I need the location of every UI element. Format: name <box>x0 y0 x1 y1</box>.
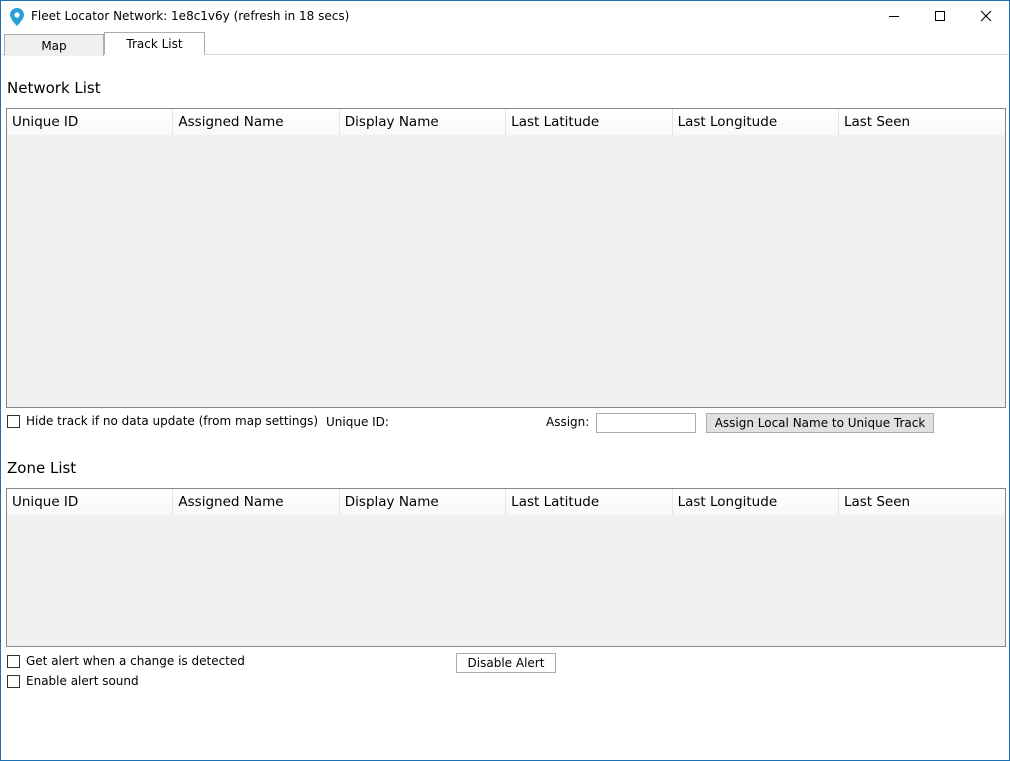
hide-track-label: Hide track if no data update (from map s… <box>26 414 319 428</box>
column-header-assigned-name[interactable]: Assigned Name <box>173 109 340 135</box>
column-header-last-latitude[interactable]: Last Latitude <box>506 109 673 135</box>
close-icon <box>980 10 992 22</box>
alert-on-change-checkbox[interactable]: Get alert when a change is detected <box>7 654 245 668</box>
alert-sound-label: Enable alert sound <box>26 674 139 688</box>
minimize-button[interactable] <box>871 1 917 31</box>
hide-track-checkbox-box[interactable] <box>7 414 20 428</box>
assign-name-input[interactable] <box>596 413 696 433</box>
column-header-last-latitude[interactable]: Last Latitude <box>506 489 673 515</box>
column-header-last-longitude[interactable]: Last Longitude <box>672 109 839 135</box>
zone-list-header: Unique ID Assigned Name Display Name Las… <box>7 489 1005 515</box>
column-header-last-seen[interactable]: Last Seen <box>838 109 1005 135</box>
map-pin-icon <box>10 8 24 26</box>
column-header-unique-id[interactable]: Unique ID <box>7 489 174 515</box>
network-list-title: Network List <box>7 79 101 97</box>
column-header-last-longitude[interactable]: Last Longitude <box>672 489 839 515</box>
app-window: Fleet Locator Network: 1e8c1v6y (refresh… <box>0 0 1010 761</box>
maximize-button[interactable] <box>917 1 963 31</box>
window-title: Fleet Locator Network: 1e8c1v6y (refresh… <box>31 9 350 23</box>
zone-list-title: Zone List <box>7 459 77 477</box>
column-header-unique-id[interactable]: Unique ID <box>7 109 174 135</box>
zone-list-grid[interactable]: Unique ID Assigned Name Display Name Las… <box>6 488 1006 647</box>
tab-map[interactable]: Map <box>4 34 104 56</box>
minimize-icon <box>889 15 899 17</box>
network-list-header: Unique ID Assigned Name Display Name Las… <box>7 109 1005 135</box>
alert-on-change-checkbox-box[interactable] <box>7 654 20 668</box>
alert-sound-checkbox-box[interactable] <box>7 674 20 688</box>
unique-id-label: Unique ID: <box>326 415 389 429</box>
column-header-assigned-name[interactable]: Assigned Name <box>173 489 340 515</box>
column-header-display-name[interactable]: Display Name <box>339 109 507 135</box>
column-header-display-name[interactable]: Display Name <box>339 489 507 515</box>
column-header-last-seen[interactable]: Last Seen <box>838 489 1005 515</box>
title-bar[interactable]: Fleet Locator Network: 1e8c1v6y (refresh… <box>1 1 1009 31</box>
maximize-icon <box>935 11 945 21</box>
alert-sound-checkbox[interactable]: Enable alert sound <box>7 674 139 688</box>
assign-label: Assign: <box>546 415 590 429</box>
assign-local-name-button[interactable]: Assign Local Name to Unique Track <box>706 413 934 433</box>
close-button[interactable] <box>963 1 1009 31</box>
hide-track-checkbox[interactable]: Hide track if no data update (from map s… <box>7 414 318 428</box>
network-list-grid[interactable]: Unique ID Assigned Name Display Name Las… <box>6 108 1006 408</box>
tab-track-list[interactable]: Track List <box>104 32 205 55</box>
alert-on-change-label: Get alert when a change is detected <box>26 654 245 668</box>
disable-alert-button[interactable]: Disable Alert <box>456 653 556 673</box>
